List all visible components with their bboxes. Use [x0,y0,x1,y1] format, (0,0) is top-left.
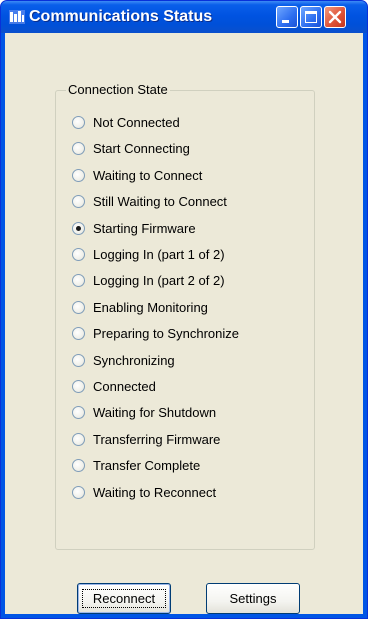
communications-status-window: Communications Status Connection State N… [0,0,368,619]
radio-enabling-monitoring[interactable]: Enabling Monitoring [72,297,208,317]
radio-synchronizing[interactable]: Synchronizing [72,350,175,370]
radio-connected[interactable]: Connected [72,376,156,396]
radio-start-connecting[interactable]: Start Connecting [72,138,190,158]
radio-label: Still Waiting to Connect [93,193,227,209]
radio-label: Preparing to Synchronize [93,325,239,341]
connection-state-caption: Connection State [66,82,170,98]
maximize-button[interactable] [300,6,322,28]
radio-button[interactable] [72,141,85,155]
radio-label: Transferring Firmware [93,431,221,447]
radio-still-waiting-to-connect[interactable]: Still Waiting to Connect [72,191,227,211]
close-icon [328,10,342,24]
radio-logging-in-part-2[interactable]: Logging In (part 2 of 2) [72,270,225,290]
radio-label: Waiting to Reconnect [93,484,217,500]
radio-button[interactable] [72,432,85,446]
settings-button-label: Settings [229,591,277,606]
radio-preparing-to-synchronize[interactable]: Preparing to Synchronize [72,323,239,343]
connection-state-group: Connection State Not Connected Start Con… [55,82,315,550]
radio-transferring-firmware[interactable]: Transferring Firmware [72,429,220,449]
minimize-icon [282,20,289,23]
radio-label: Logging In (part 2 of 2) [93,272,225,288]
radio-not-connected[interactable]: Not Connected [72,112,180,132]
reconnect-button[interactable]: Reconnect [77,583,171,614]
radio-label: Start Connecting [93,140,190,156]
radio-label: Enabling Monitoring [93,299,208,315]
radio-transfer-complete[interactable]: Transfer Complete [72,455,200,475]
radio-button[interactable] [72,379,85,393]
app-icon [9,10,25,24]
maximize-icon [305,11,317,23]
window-title: Communications Status [29,8,213,25]
radio-starting-firmware[interactable]: Starting Firmware [72,218,196,238]
radio-waiting-to-connect[interactable]: Waiting to Connect [72,165,202,185]
focus-rectangle [82,589,166,608]
radio-button[interactable] [72,458,85,472]
radio-button[interactable] [72,247,85,261]
radio-button[interactable] [72,273,85,287]
radio-button[interactable] [72,485,85,499]
radio-button[interactable] [72,353,85,367]
radio-label: Logging In (part 1 of 2) [93,246,225,262]
radio-button[interactable] [72,115,85,129]
dialog-body: Connection State Not Connected Start Con… [5,33,363,614]
radio-waiting-to-reconnect[interactable]: Waiting to Reconnect [72,482,216,502]
radio-label: Not Connected [93,114,180,130]
radio-label: Synchronizing [93,352,175,368]
radio-waiting-for-shutdown[interactable]: Waiting for Shutdown [72,402,216,422]
radio-button[interactable] [72,194,85,208]
radio-button-selected[interactable] [72,221,85,235]
radio-button[interactable] [72,405,85,419]
radio-button[interactable] [72,326,85,340]
radio-label: Waiting for Shutdown [93,404,217,420]
radio-button[interactable] [72,300,85,314]
minimize-button[interactable] [276,6,298,28]
radio-label: Connected [93,378,156,394]
settings-button[interactable]: Settings [206,583,300,614]
close-button[interactable] [324,6,346,28]
radio-label: Transfer Complete [93,457,201,473]
radio-label: Waiting to Connect [93,167,203,183]
radio-logging-in-part-1[interactable]: Logging In (part 1 of 2) [72,244,225,264]
title-bar[interactable]: Communications Status [1,1,367,33]
radio-button[interactable] [72,168,85,182]
radio-label: Starting Firmware [93,220,196,236]
